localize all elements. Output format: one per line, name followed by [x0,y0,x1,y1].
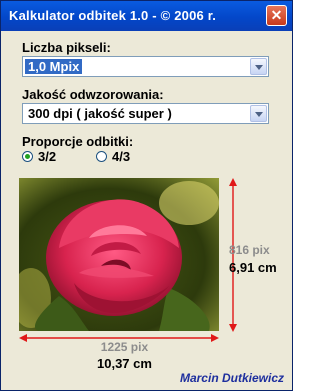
quality-value: 300 dpi ( jakość super ) [28,106,172,121]
print-preview-image [19,178,219,331]
pixel-count-label: Liczba pikseli: [22,40,111,55]
title-bar[interactable]: Kalkulator odbitek 1.0 - © 2006 r. ✕ [1,1,292,31]
close-button[interactable]: ✕ [266,5,287,26]
pixel-count-value: 1,0 Mpix [25,59,83,74]
radio-selected-icon [22,151,33,162]
chevron-down-icon [255,112,263,117]
close-icon: ✕ [270,7,283,23]
pixel-count-dropdown-button[interactable] [250,58,267,75]
ratio-label: Proporcje odbitki: [22,134,134,149]
author-credit: Marcin Dutkiewicz [179,371,284,385]
width-pixels: 1225 pix [100,340,149,354]
height-readout: 816 pix 6,91 cm [229,243,277,275]
width-readout: 1225 pix 10,37 cm [97,340,152,371]
quality-label: Jakość odwzorowania: [22,87,164,102]
radio-unselected-icon [96,151,107,162]
quality-dropdown-button[interactable] [250,105,267,122]
pixel-count-select[interactable]: 1,0 Mpix [22,56,269,77]
width-cm: 10,37 cm [97,356,152,371]
height-pixels: 816 pix [229,243,270,257]
app-window: Kalkulator odbitek 1.0 - © 2006 r. ✕ Lic… [0,0,293,391]
quality-select[interactable]: 300 dpi ( jakość super ) [22,103,269,124]
ratio-option-label: 4/3 [112,149,131,164]
height-cm: 6,91 cm [229,260,277,275]
rose-photo-icon [19,178,219,331]
window-title: Kalkulator odbitek 1.0 - © 2006 r. [9,8,217,23]
ratio-option-label: 3/2 [38,149,57,164]
chevron-down-icon [255,65,263,70]
